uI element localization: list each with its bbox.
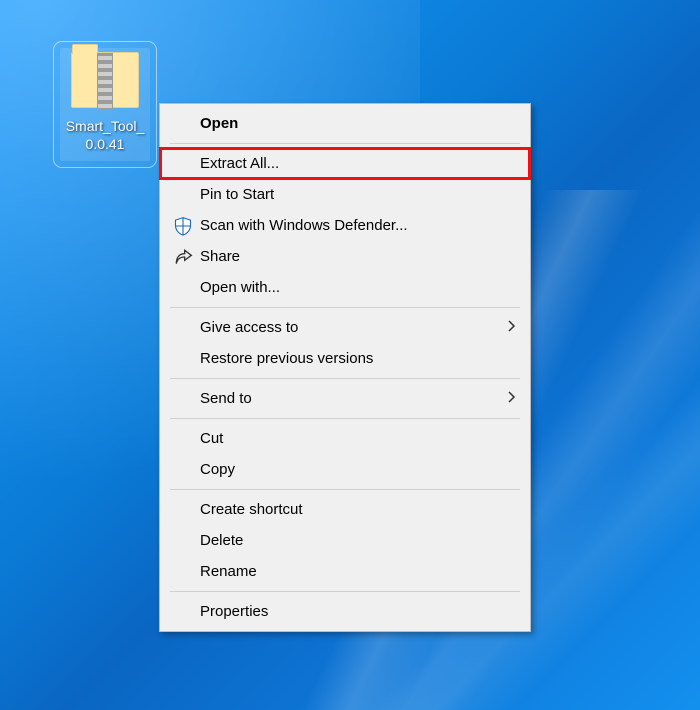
desktop[interactable]: Smart_Tool_ 0.0.41 Open Extract All... P… <box>0 0 700 710</box>
context-menu: Open Extract All... Pin to Start Scan wi… <box>159 103 531 632</box>
menu-item-give-access-to[interactable]: Give access to <box>160 312 530 343</box>
menu-label: Delete <box>196 532 516 549</box>
menu-label: Give access to <box>196 319 502 336</box>
menu-label: Rename <box>196 563 516 580</box>
menu-label: Send to <box>196 390 502 407</box>
menu-item-share[interactable]: Share <box>160 241 530 272</box>
menu-label: Open <box>196 115 516 132</box>
menu-item-scan-defender[interactable]: Scan with Windows Defender... <box>160 210 530 241</box>
menu-item-open-with[interactable]: Open with... <box>160 272 530 303</box>
menu-item-pin-to-start[interactable]: Pin to Start <box>160 179 530 210</box>
menu-label: Share <box>196 248 516 265</box>
menu-label: Restore previous versions <box>196 350 516 367</box>
menu-item-rename[interactable]: Rename <box>160 556 530 587</box>
menu-item-create-shortcut[interactable]: Create shortcut <box>160 494 530 525</box>
menu-label: Cut <box>196 430 516 447</box>
menu-label: Pin to Start <box>196 186 516 203</box>
zip-folder-icon <box>71 52 139 108</box>
menu-item-cut[interactable]: Cut <box>160 423 530 454</box>
menu-label: Properties <box>196 603 516 620</box>
menu-label: Copy <box>196 461 516 478</box>
menu-item-copy[interactable]: Copy <box>160 454 530 485</box>
menu-separator <box>170 143 520 144</box>
menu-separator <box>170 378 520 379</box>
menu-label: Open with... <box>196 279 516 296</box>
menu-separator <box>170 591 520 592</box>
shield-icon <box>170 216 196 236</box>
menu-label: Extract All... <box>196 155 516 172</box>
menu-item-extract-all[interactable]: Extract All... <box>160 148 530 179</box>
menu-item-open[interactable]: Open <box>160 108 530 139</box>
menu-label: Scan with Windows Defender... <box>196 217 516 234</box>
menu-item-delete[interactable]: Delete <box>160 525 530 556</box>
menu-separator <box>170 418 520 419</box>
menu-item-restore-previous[interactable]: Restore previous versions <box>160 343 530 374</box>
menu-separator <box>170 489 520 490</box>
menu-item-send-to[interactable]: Send to <box>160 383 530 414</box>
menu-item-properties[interactable]: Properties <box>160 596 530 627</box>
menu-label: Create shortcut <box>196 501 516 518</box>
desktop-icon-label: Smart_Tool_ 0.0.41 <box>62 118 148 153</box>
menu-separator <box>170 307 520 308</box>
chevron-right-icon <box>502 390 516 407</box>
desktop-icon-zip[interactable]: Smart_Tool_ 0.0.41 <box>60 48 150 161</box>
share-icon <box>170 247 196 267</box>
chevron-right-icon <box>502 319 516 336</box>
